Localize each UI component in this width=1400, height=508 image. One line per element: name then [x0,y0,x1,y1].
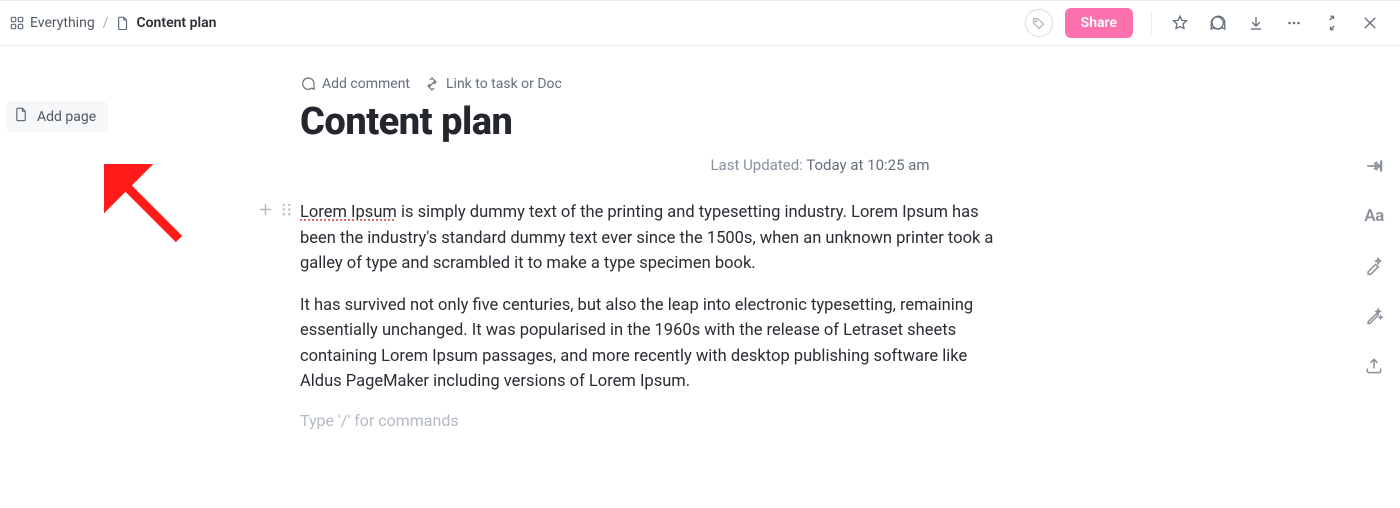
breadcrumb-sep: / [101,15,111,31]
everything-icon [10,16,24,30]
spellcheck-word: Lorem Ipsum [300,203,397,222]
paragraph-1-text: is simply dummy text of the printing and… [300,203,993,273]
breadcrumb-current[interactable]: Content plan [136,15,216,31]
updated-value: Today at 10:25 am [806,156,929,174]
last-updated: Last Updated: Today at 10:25 am [300,156,1340,174]
comment-icon [300,76,316,92]
page-title[interactable]: Content plan [300,100,1340,144]
sidebar: Add page [0,46,300,508]
link-icon [424,76,440,92]
import-button[interactable] [1240,7,1272,39]
add-page-label: Add page [37,109,96,125]
paragraph-2[interactable]: It has survived not only five centuries,… [300,293,1000,395]
topbar: Everything / Content plan Share [0,0,1400,46]
more-button[interactable] [1278,7,1310,39]
plus-icon [258,202,273,217]
right-rail: Aa [1358,150,1390,382]
link-task-button[interactable]: Link to task or Doc [424,76,562,92]
add-page-button[interactable]: Add page [6,101,108,132]
font-style-button[interactable]: Aa [1358,200,1390,232]
ai-button[interactable] [1358,250,1390,282]
indent-button[interactable] [1358,150,1390,182]
updated-label: Last Updated: [710,156,802,174]
share-button[interactable]: Share [1065,8,1133,38]
add-comment-button[interactable]: Add comment [300,76,410,92]
document-icon [116,16,130,30]
divider [1151,12,1152,34]
add-comment-label: Add comment [322,76,410,92]
slash-placeholder[interactable]: Type '/' for commands [300,411,1340,430]
collapse-button[interactable] [1316,7,1348,39]
drag-handle-icon [279,202,294,217]
favorite-button[interactable] [1164,7,1196,39]
link-task-label: Link to task or Doc [446,76,562,92]
annotation-arrow [104,164,194,254]
comments-button[interactable] [1202,7,1234,39]
magic-button[interactable] [1358,300,1390,332]
breadcrumb: Everything / Content plan [10,15,216,31]
close-button[interactable] [1354,7,1386,39]
document: Add comment Link to task or Doc Content … [300,46,1400,508]
page-plus-icon [14,107,29,126]
block-controls[interactable] [258,202,294,217]
export-button[interactable] [1358,350,1390,382]
tag-button[interactable] [1025,9,1053,37]
breadcrumb-root[interactable]: Everything [30,15,95,31]
paragraph-1[interactable]: Lorem Ipsum is simply dummy text of the … [300,200,1000,277]
